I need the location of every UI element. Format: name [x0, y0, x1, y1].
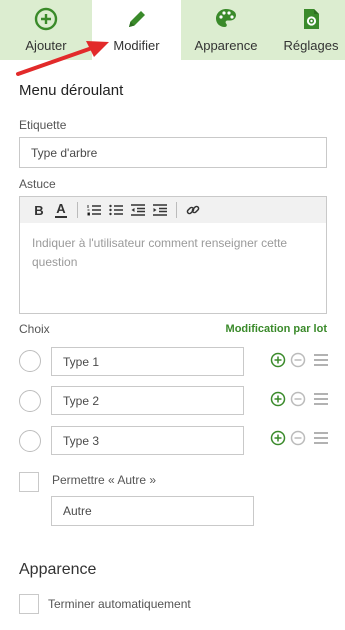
drag-handle-icon[interactable] [314, 393, 328, 405]
settings-gear-icon [304, 9, 319, 29]
text-color-letter: A [56, 200, 66, 216]
choice-input[interactable]: Type 1 [51, 347, 244, 376]
drag-handle-icon[interactable] [314, 354, 328, 366]
palette-icon [216, 9, 236, 27]
hint-field-label: Astuce [19, 177, 56, 191]
other-input[interactable]: Autre [51, 496, 254, 526]
annotation-arrow [16, 41, 109, 76]
allow-other-label: Permettre « Autre » [52, 473, 157, 487]
choice-input[interactable]: Type 3 [51, 426, 244, 455]
choice-radio[interactable] [19, 350, 41, 372]
bold-button[interactable]: B [28, 200, 50, 220]
autocomplete-checkbox[interactable] [19, 594, 39, 614]
plus-circle-icon [34, 7, 58, 31]
remove-choice-icon[interactable] [290, 430, 306, 446]
label-input[interactable]: Type d'arbre [19, 137, 327, 168]
choice-radio[interactable] [19, 430, 41, 452]
section-title: Menu déroulant [19, 82, 124, 99]
choice-input[interactable]: Type 2 [51, 386, 244, 415]
bullet-list-icon [109, 204, 123, 216]
autocomplete-label: Terminer automatiquement [48, 597, 191, 611]
choice-radio[interactable] [19, 390, 41, 412]
drag-handle-icon[interactable] [314, 432, 328, 444]
text-color-swatch [55, 215, 67, 218]
outdent-button[interactable] [127, 200, 149, 220]
batch-edit-link[interactable]: Modification par lot [226, 323, 327, 335]
add-choice-icon[interactable] [270, 352, 286, 368]
tab-settings-label: Réglages [283, 38, 339, 53]
remove-choice-icon[interactable] [290, 391, 306, 407]
toolbar-divider [176, 202, 177, 218]
link-button[interactable] [182, 200, 204, 220]
indent-icon [153, 204, 167, 216]
indent-button[interactable] [149, 200, 171, 220]
link-icon [186, 205, 200, 215]
choice-controls [270, 391, 328, 407]
rich-text-toolbar: B A [19, 196, 327, 224]
tab-appearance[interactable]: Apparence [181, 0, 271, 60]
text-color-button[interactable]: A [50, 200, 72, 220]
choices-label: Choix [19, 322, 50, 336]
numbered-list-button[interactable] [83, 200, 105, 220]
bullet-list-button[interactable] [105, 200, 127, 220]
tab-appearance-label: Apparence [194, 38, 258, 53]
choice-controls [270, 430, 328, 446]
toolbar-divider [77, 202, 78, 218]
pencil-icon [128, 11, 145, 27]
add-choice-icon[interactable] [270, 430, 286, 446]
tab-settings[interactable]: Réglages [271, 0, 345, 60]
outdent-icon [131, 204, 145, 216]
appearance-heading: Apparence [19, 561, 97, 578]
numbered-list-icon [87, 205, 101, 216]
remove-choice-icon[interactable] [290, 352, 306, 368]
choice-controls [270, 352, 328, 368]
label-field-label: Etiquette [19, 118, 67, 132]
allow-other-checkbox[interactable] [19, 472, 39, 492]
hint-editor[interactable]: Indiquer à l'utilisateur comment renseig… [19, 223, 327, 314]
add-choice-icon[interactable] [270, 391, 286, 407]
